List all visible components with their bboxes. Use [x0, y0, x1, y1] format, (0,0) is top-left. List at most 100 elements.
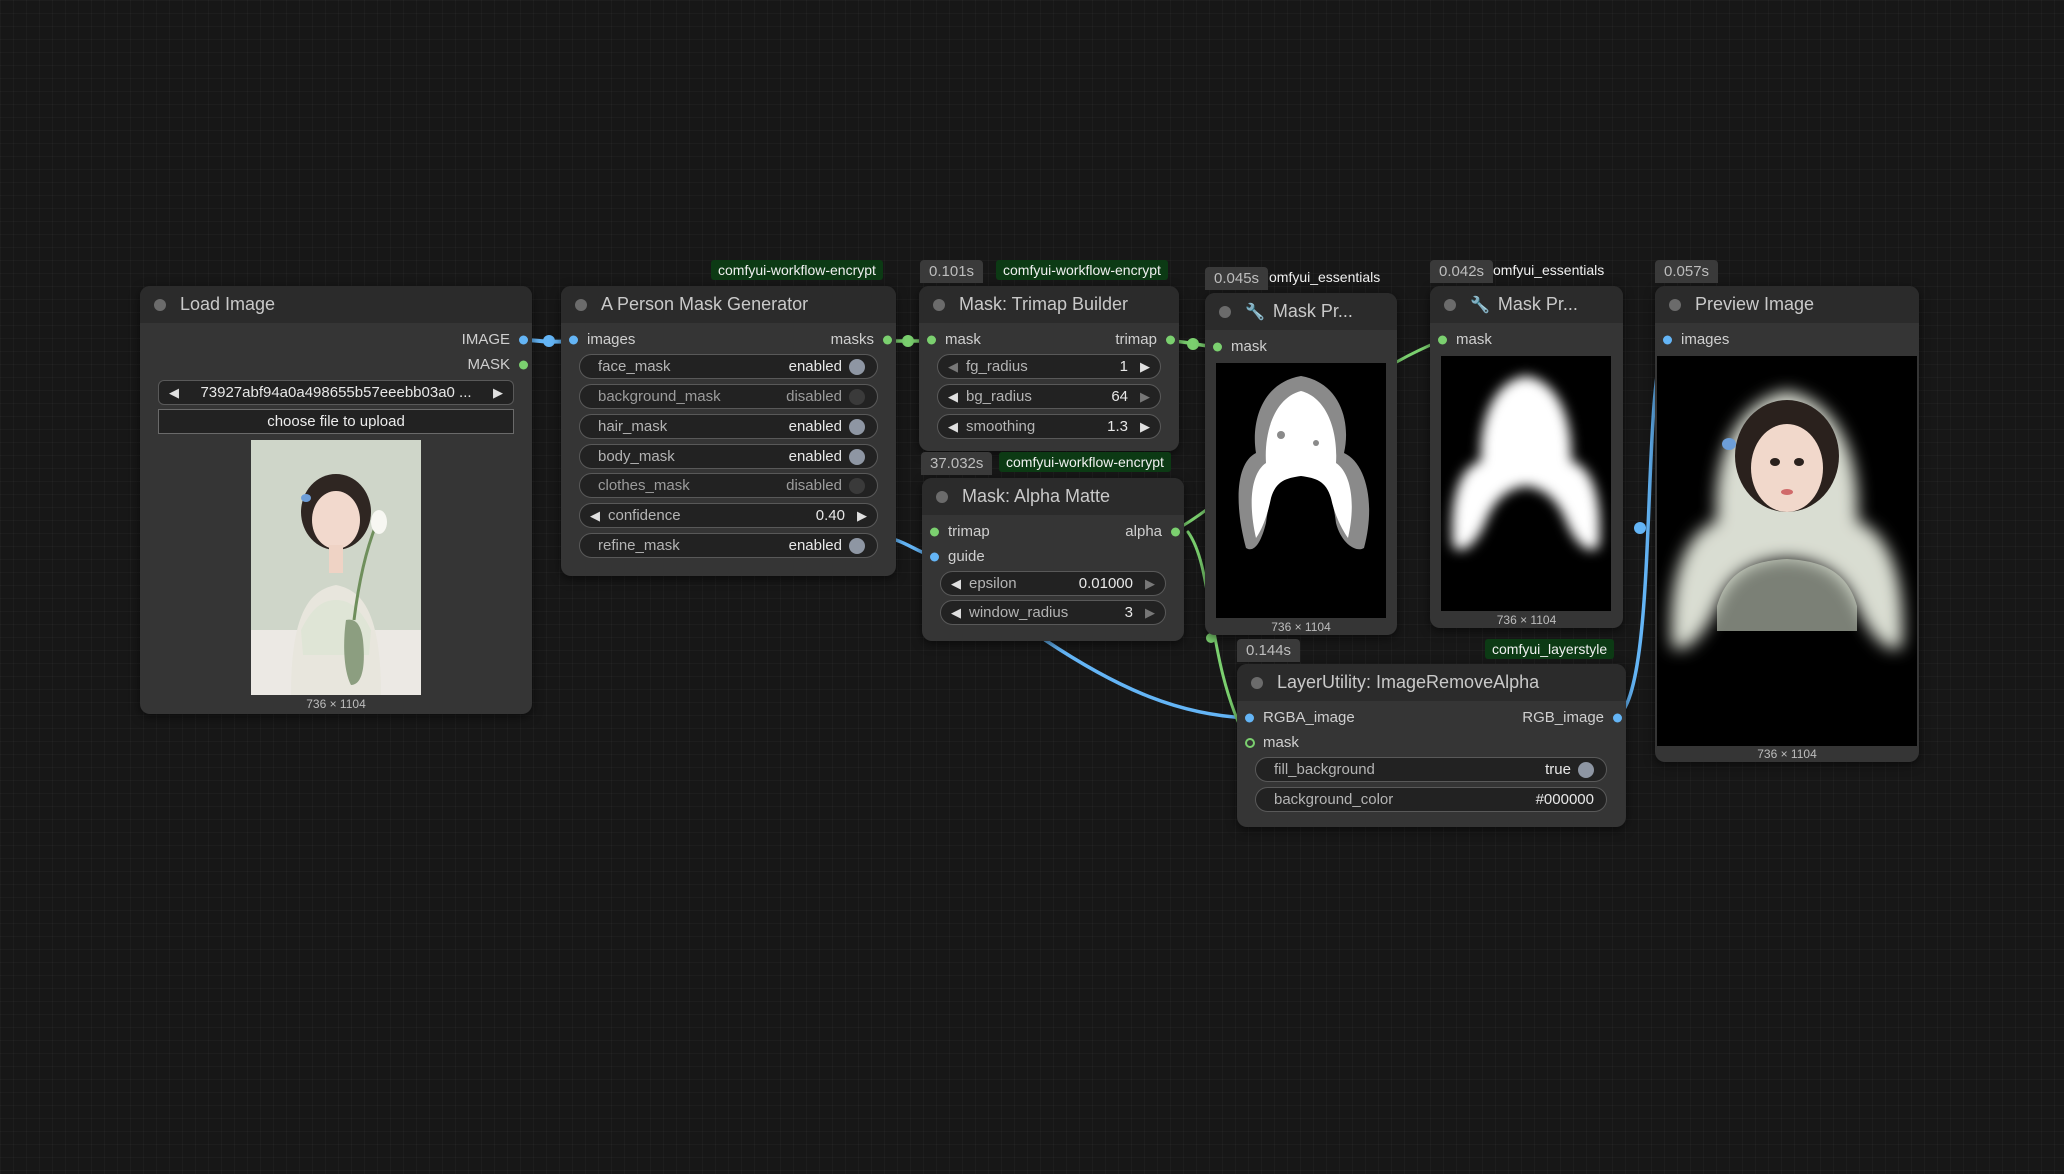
increment-arrow-icon[interactable]: ▶ [1143, 576, 1157, 592]
input-pin[interactable] [1438, 335, 1447, 344]
input-pin[interactable] [1245, 737, 1255, 748]
node-image-remove-alpha[interactable]: LayerUtility: ImageRemoveAlpha RGBA_imag… [1237, 664, 1626, 827]
node-mask-preview-2[interactable]: 🔧 Mask Pr... mask 736 × 1104 [1430, 286, 1623, 628]
text-background-color[interactable]: background_color #000000 [1255, 787, 1607, 812]
input-pin[interactable] [1663, 335, 1672, 344]
node-title: A Person Mask Generator [601, 294, 809, 314]
node-header[interactable]: 🔧 Mask Pr... [1205, 293, 1397, 330]
arrow-left-icon[interactable]: ◀ [167, 385, 181, 401]
decrement-arrow-icon[interactable]: ◀ [946, 359, 960, 375]
output-pin[interactable] [1613, 713, 1622, 722]
toggle-knob[interactable] [849, 537, 865, 554]
toggle-face-mask[interactable]: face_mask enabled [579, 354, 878, 379]
collapse-dot[interactable] [933, 298, 945, 311]
input-guide[interactable]: guide [930, 548, 985, 565]
number-fg-radius[interactable]: ◀ fg_radius 1 ▶ [937, 354, 1161, 379]
upload-button[interactable]: choose file to upload [158, 409, 514, 434]
decrement-arrow-icon[interactable]: ◀ [946, 389, 960, 405]
wrench-icon: 🔧 [1470, 296, 1490, 314]
toggle-knob[interactable] [849, 388, 865, 405]
input-trimap[interactable]: trimap [930, 523, 990, 540]
decrement-arrow-icon[interactable]: ◀ [949, 605, 963, 621]
input-pin[interactable] [927, 335, 936, 344]
node-alpha-matte[interactable]: Mask: Alpha Matte trimap guide alpha ◀ e… [922, 478, 1184, 641]
toggle-hair-mask[interactable]: hair_mask enabled [579, 414, 878, 439]
number-smoothing[interactable]: ◀ smoothing 1.3 ▶ [937, 414, 1161, 439]
execution-time: 0.057s [1655, 260, 1719, 283]
node-header[interactable]: Load Image [140, 286, 532, 323]
output-pin[interactable] [519, 360, 528, 369]
decrement-arrow-icon[interactable]: ◀ [949, 576, 963, 592]
toggle-clothes-mask[interactable]: clothes_mask disabled [579, 473, 878, 498]
trimap-preview-image [1216, 363, 1386, 618]
collapse-dot[interactable] [1669, 298, 1681, 311]
output-rgb-image[interactable]: RGB_image [1522, 709, 1622, 726]
output-alpha[interactable]: alpha [1125, 523, 1180, 540]
number-confidence[interactable]: ◀ confidence 0.40 ▶ [579, 503, 878, 528]
input-images[interactable]: images [569, 331, 635, 348]
toggle-knob[interactable] [849, 448, 865, 465]
node-preview-image[interactable]: Preview Image images 736 × 1104 [1655, 286, 1919, 762]
output-pin[interactable] [1166, 335, 1175, 344]
input-mask[interactable]: mask [1213, 338, 1267, 355]
execution-time: 37.032s [921, 452, 993, 475]
input-pin[interactable] [930, 552, 939, 561]
output-mask[interactable]: MASK [467, 356, 528, 373]
node-mask-preview-1[interactable]: 🔧 Mask Pr... mask 736 × 1104 [1205, 293, 1397, 635]
node-trimap-builder[interactable]: Mask: Trimap Builder mask trimap ◀ fg_ra… [919, 286, 1179, 451]
decrement-arrow-icon[interactable]: ◀ [946, 419, 960, 435]
node-title: Mask: Trimap Builder [959, 294, 1129, 314]
collapse-dot[interactable] [1444, 298, 1456, 311]
input-pin[interactable] [930, 527, 939, 536]
toggle-knob[interactable] [849, 358, 865, 375]
node-person-mask-generator[interactable]: A Person Mask Generator images masks fac… [561, 286, 896, 576]
collapse-dot[interactable] [936, 490, 948, 503]
node-header[interactable]: Mask: Alpha Matte [922, 478, 1184, 515]
arrow-right-icon[interactable]: ▶ [491, 385, 505, 401]
output-pin[interactable] [1171, 527, 1180, 536]
alpha-matte-preview-image [1441, 356, 1611, 611]
input-pin[interactable] [1213, 342, 1222, 351]
output-pin[interactable] [883, 335, 892, 344]
increment-arrow-icon[interactable]: ▶ [1138, 419, 1152, 435]
input-mask[interactable]: mask [1245, 734, 1299, 751]
increment-arrow-icon[interactable]: ▶ [1138, 359, 1152, 375]
toggle-refine-mask[interactable]: refine_mask enabled [579, 533, 878, 558]
image-dimensions: 736 × 1104 [306, 697, 366, 711]
increment-arrow-icon[interactable]: ▶ [1143, 605, 1157, 621]
toggle-body-mask[interactable]: body_mask enabled [579, 444, 878, 469]
node-header[interactable]: 🔧 Mask Pr... [1430, 286, 1623, 323]
output-pin[interactable] [519, 335, 528, 344]
number-bg-radius[interactable]: ◀ bg_radius 64 ▶ [937, 384, 1161, 409]
toggle-fill-background[interactable]: fill_background true [1255, 757, 1607, 782]
toggle-knob[interactable] [849, 477, 865, 494]
node-header[interactable]: Mask: Trimap Builder [919, 286, 1179, 323]
node-header[interactable]: Preview Image [1655, 286, 1919, 323]
node-badge: comfyui-workflow-encrypt [996, 260, 1168, 280]
input-mask[interactable]: mask [927, 331, 981, 348]
collapse-dot[interactable] [1219, 305, 1231, 318]
number-epsilon[interactable]: ◀ epsilon 0.01000 ▶ [940, 571, 1166, 596]
toggle-background-mask[interactable]: background_mask disabled [579, 384, 878, 409]
node-header[interactable]: LayerUtility: ImageRemoveAlpha [1237, 664, 1626, 701]
image-file-combo[interactable]: ◀ 73927abf94a0a498655b57eeebb03a0 ... ▶ [158, 380, 514, 405]
output-trimap[interactable]: trimap [1115, 331, 1175, 348]
input-images[interactable]: images [1663, 331, 1729, 348]
collapse-dot[interactable] [1251, 676, 1263, 689]
toggle-knob[interactable] [1578, 761, 1594, 778]
output-image[interactable]: IMAGE [462, 331, 528, 348]
input-pin[interactable] [569, 335, 578, 344]
number-window-radius[interactable]: ◀ window_radius 3 ▶ [940, 600, 1166, 625]
collapse-dot[interactable] [575, 298, 587, 311]
collapse-dot[interactable] [154, 298, 166, 311]
input-pin[interactable] [1245, 713, 1254, 722]
increment-arrow-icon[interactable]: ▶ [855, 508, 869, 524]
decrement-arrow-icon[interactable]: ◀ [588, 508, 602, 524]
input-mask[interactable]: mask [1438, 331, 1492, 348]
toggle-knob[interactable] [849, 418, 865, 435]
output-masks[interactable]: masks [831, 331, 892, 348]
increment-arrow-icon[interactable]: ▶ [1138, 389, 1152, 405]
node-header[interactable]: A Person Mask Generator [561, 286, 896, 323]
input-rgba-image[interactable]: RGBA_image [1245, 709, 1355, 726]
node-load-image[interactable]: Load Image IMAGE MASK ◀ 73927abf94a0a498… [140, 286, 532, 714]
